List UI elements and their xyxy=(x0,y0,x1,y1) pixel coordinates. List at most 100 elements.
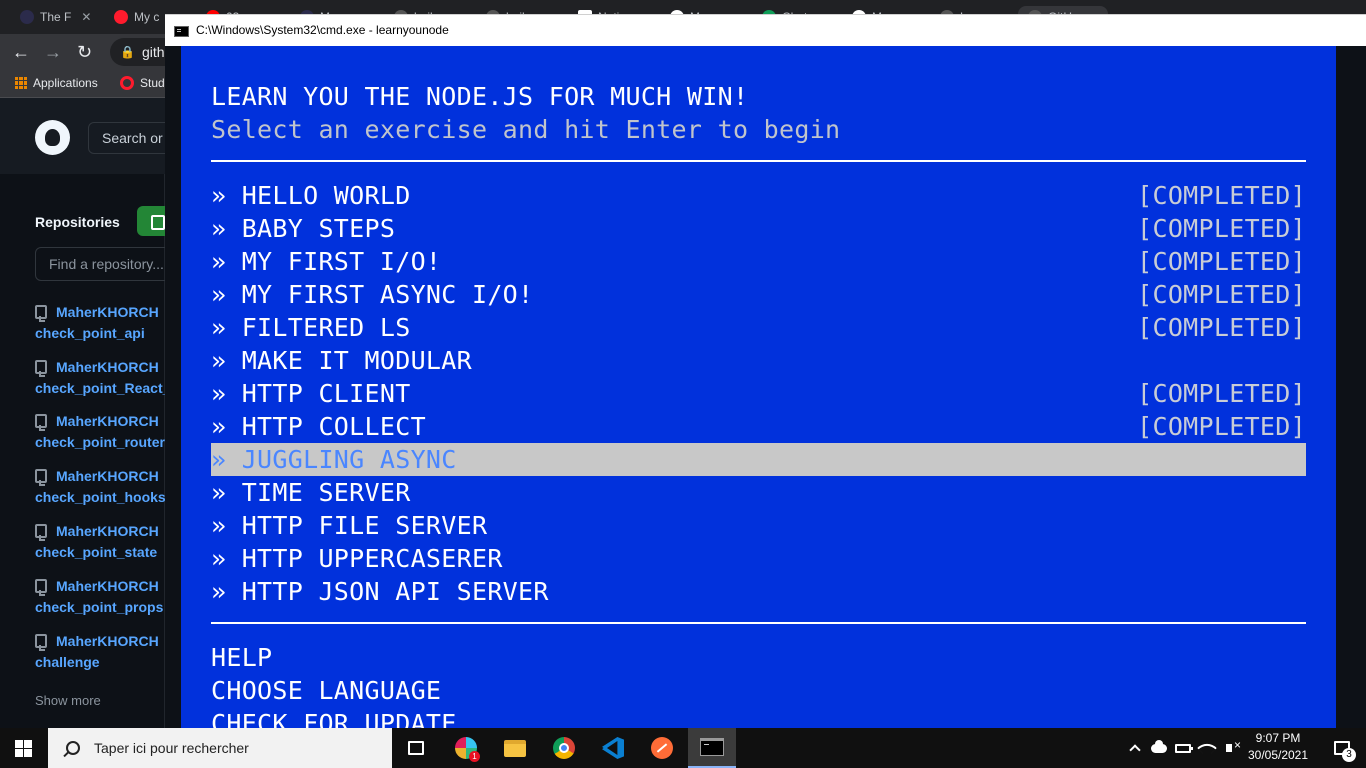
onedrive-button[interactable] xyxy=(1148,728,1170,768)
exercise-label: » MY FIRST ASYNC I/O! xyxy=(211,280,534,309)
menu-item-check-for-update[interactable]: CHECK FOR UPDATE xyxy=(211,707,1306,728)
task-view-button[interactable] xyxy=(392,728,440,768)
browser-tab[interactable]: My c xyxy=(104,6,174,28)
forward-arrow-icon[interactable]: → xyxy=(44,42,62,62)
exercise-item-make-it-modular[interactable]: » MAKE IT MODULAR xyxy=(211,344,1306,377)
divider xyxy=(211,622,1306,624)
notification-count-badge: 3 xyxy=(1342,748,1356,762)
cmd-icon xyxy=(700,738,724,756)
cmd-console[interactable]: LEARN YOU THE NODE.JS FOR MUCH WIN! Sele… xyxy=(181,46,1336,728)
exercise-item-my-first-async-io[interactable]: » MY FIRST ASYNC I/O! [COMPLETED] xyxy=(211,278,1306,311)
bookmark-stud[interactable]: Stud xyxy=(120,76,165,90)
repo-icon xyxy=(35,305,47,322)
exercise-item-hello-world[interactable]: » HELLO WORLD [COMPLETED] xyxy=(211,179,1306,212)
postman-button[interactable] xyxy=(638,728,686,768)
exercise-label: » BABY STEPS xyxy=(211,214,396,243)
repo-owner: MaherKHORCH xyxy=(56,359,159,375)
repo-icon xyxy=(35,469,47,486)
exercise-status: [COMPLETED] xyxy=(1137,379,1306,408)
exercise-item-http-file-server[interactable]: » HTTP FILE SERVER xyxy=(211,509,1306,542)
exercise-status: [COMPLETED] xyxy=(1137,412,1306,441)
show-hidden-icons-button[interactable] xyxy=(1124,728,1146,768)
wifi-icon xyxy=(1197,738,1217,758)
exercise-status: [COMPLETED] xyxy=(1137,181,1306,210)
back-arrow-icon[interactable]: ← xyxy=(12,42,30,62)
exercise-item-http-collect[interactable]: » HTTP COLLECT [COMPLETED] xyxy=(211,410,1306,443)
cmd-taskbar-button[interactable] xyxy=(688,728,736,768)
volume-button[interactable] xyxy=(1218,728,1241,768)
exercise-label: » HTTP COLLECT xyxy=(211,412,426,441)
reload-icon[interactable]: ↻ xyxy=(77,42,92,62)
repo-owner: MaherKHORCH xyxy=(56,633,159,649)
chevron-up-icon xyxy=(1129,744,1141,756)
lock-icon: 🔒 xyxy=(120,45,135,59)
repo-icon xyxy=(35,360,47,377)
menu-item-help[interactable]: HELP xyxy=(211,641,1306,674)
exercise-status: [COMPLETED] xyxy=(1137,247,1306,276)
exercise-item-http-uppercaserer[interactable]: » HTTP UPPERCASERER xyxy=(211,542,1306,575)
exercise-label: » HELLO WORLD xyxy=(211,181,411,210)
taskbar-search-input[interactable]: Taper ici pour rechercher xyxy=(48,728,392,768)
exercise-list: » HELLO WORLD [COMPLETED] » BABY STEPS [… xyxy=(211,179,1306,608)
exercise-item-http-json-api-server[interactable]: » HTTP JSON API SERVER xyxy=(211,575,1306,608)
screen: The F ✕ My c 03 Mes baily baily Notio xyxy=(0,0,1366,768)
windows-taskbar: Taper ici pour rechercher 1 × 9:07 PM 30… xyxy=(0,728,1366,768)
action-center-button[interactable]: 3 xyxy=(1318,728,1366,768)
chrome-icon xyxy=(553,737,575,759)
exercise-label: » HTTP UPPERCASERER xyxy=(211,544,503,573)
opera-icon xyxy=(120,76,134,90)
slack-icon: 1 xyxy=(455,737,480,762)
learnyounode-subheading: Select an exercise and hit Enter to begi… xyxy=(211,115,841,144)
exercise-item-my-first-io[interactable]: » MY FIRST I/O! [COMPLETED] xyxy=(211,245,1306,278)
exercise-status: [COMPLETED] xyxy=(1137,313,1306,342)
menu-item-choose-language[interactable]: CHOOSE LANGUAGE xyxy=(211,674,1306,707)
show-more-link[interactable]: Show more xyxy=(35,693,101,708)
file-explorer-button[interactable] xyxy=(491,728,539,768)
exercise-label: » TIME SERVER xyxy=(211,478,411,507)
network-button[interactable] xyxy=(1196,728,1218,768)
tab-title: The F xyxy=(40,10,72,24)
exercise-item-juggling-async-selected[interactable]: » JUGGLING ASYNC xyxy=(211,443,1306,476)
divider xyxy=(211,160,1306,162)
windows-logo-icon xyxy=(15,740,32,757)
taskbar-search-placeholder: Taper ici pour rechercher xyxy=(94,740,249,756)
exercise-item-time-server[interactable]: » TIME SERVER xyxy=(211,476,1306,509)
github-page-edge xyxy=(1336,46,1366,728)
tab-favicon-icon xyxy=(114,10,128,24)
exercise-item-baby-steps[interactable]: » BABY STEPS [COMPLETED] xyxy=(211,212,1306,245)
repo-owner: MaherKHORCH xyxy=(56,413,159,429)
bookmark-applications[interactable]: Applications xyxy=(15,76,98,90)
postman-icon xyxy=(651,737,673,759)
find-placeholder: Find a repository... xyxy=(49,256,164,272)
exercise-status: [COMPLETED] xyxy=(1137,214,1306,243)
chrome-button[interactable] xyxy=(540,728,588,768)
cmd-window-title: C:\Windows\System32\cmd.exe - learnyouno… xyxy=(196,23,449,37)
close-icon[interactable]: ✕ xyxy=(81,10,91,24)
exercise-label: » FILTERED LS xyxy=(211,313,411,342)
apps-grid-icon xyxy=(15,77,27,89)
exercise-label: » MAKE IT MODULAR xyxy=(211,346,472,375)
cmd-window-titlebar[interactable]: C:\Windows\System32\cmd.exe - learnyouno… xyxy=(165,14,1366,46)
exercise-label: » JUGGLING ASYNC xyxy=(211,445,457,474)
battery-button[interactable] xyxy=(1172,728,1194,768)
repo-icon xyxy=(35,414,47,431)
exercise-item-filtered-ls[interactable]: » FILTERED LS [COMPLETED] xyxy=(211,311,1306,344)
exercise-item-http-client[interactable]: » HTTP CLIENT [COMPLETED] xyxy=(211,377,1306,410)
taskbar-clock[interactable]: 9:07 PM 30/05/2021 xyxy=(1240,730,1316,766)
start-button[interactable] xyxy=(0,728,48,768)
vscode-button[interactable] xyxy=(589,728,637,768)
onedrive-cloud-icon xyxy=(1151,739,1167,753)
clock-date: 30/05/2021 xyxy=(1247,748,1309,762)
battery-icon xyxy=(1175,743,1193,753)
repo-owner: MaherKHORCH xyxy=(56,468,159,484)
slack-app-button[interactable]: 1 xyxy=(442,728,490,768)
tab-favicon-icon xyxy=(20,10,34,24)
exercise-status: [COMPLETED] xyxy=(1137,280,1306,309)
exercise-label: » HTTP JSON API SERVER xyxy=(211,577,549,606)
github-logo-icon[interactable] xyxy=(35,120,70,155)
learnyounode-heading: LEARN YOU THE NODE.JS FOR MUCH WIN! xyxy=(211,82,749,111)
file-explorer-icon xyxy=(504,739,526,757)
browser-tab[interactable]: The F ✕ xyxy=(10,6,100,28)
github-page-edge xyxy=(165,46,181,728)
repo-owner: MaherKHORCH xyxy=(56,523,159,539)
